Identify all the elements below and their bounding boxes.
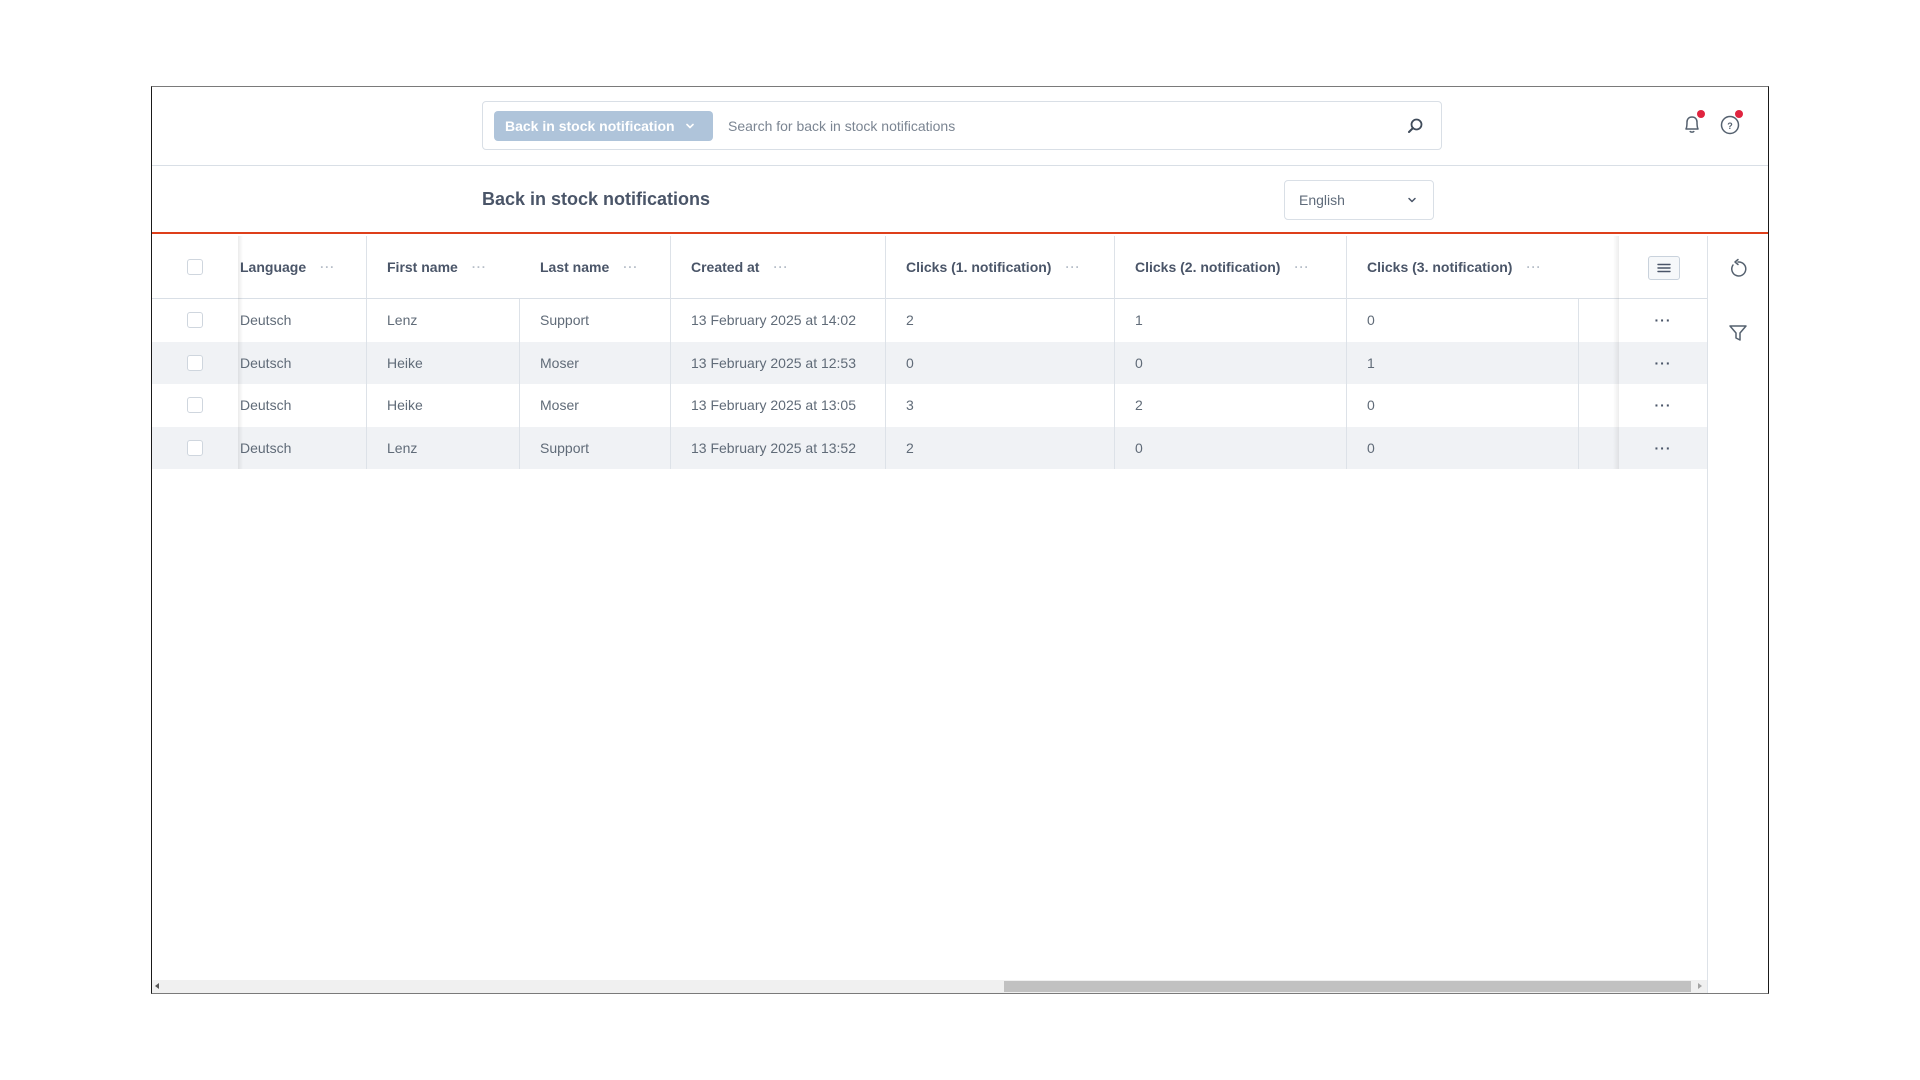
row-checkbox[interactable]: [187, 354, 203, 371]
row-checkbox[interactable]: [187, 397, 203, 413]
search-bar: Back in stock notification: [482, 101, 1442, 150]
cell-first-name: Lenz: [387, 439, 418, 456]
table-row[interactable]: Deutsch Lenz Support 13 February 2025 at 14…: [152, 299, 1707, 341]
cell-clicks-3: 0: [1367, 439, 1375, 456]
column-menu-icon[interactable]: ···: [1526, 260, 1541, 274]
cell-clicks-2: 0: [1135, 354, 1143, 371]
top-bar: Back in stock notification ?: [152, 87, 1768, 166]
app-window: Back in stock notification ? Back in sto…: [151, 86, 1769, 994]
page-title: Back in stock notifications: [482, 189, 711, 209]
help-badge: [1735, 110, 1743, 118]
column-menu-icon[interactable]: ···: [773, 260, 788, 274]
column-header-last-name[interactable]: Last name ···: [540, 236, 670, 298]
search-scope-dropdown[interactable]: Back in stock notification: [494, 111, 713, 141]
cell-first-name: Heike: [387, 354, 423, 371]
column-header-first-name[interactable]: First name ···: [387, 236, 517, 298]
menu-lines-icon: [1657, 263, 1671, 273]
chevron-down-icon: [685, 123, 694, 129]
cell-last-name: Moser: [540, 397, 579, 413]
cell-first-name: Heike: [387, 397, 423, 413]
chevron-down-icon: [1408, 197, 1416, 203]
cell-language: Deutsch: [240, 312, 292, 328]
column-menu-icon[interactable]: ···: [623, 260, 638, 274]
cell-clicks-3: 0: [1367, 312, 1375, 328]
row-actions-menu[interactable]: ···: [1619, 427, 1707, 469]
cell-clicks-3: 1: [1367, 354, 1375, 371]
grid-side-panel: [1707, 236, 1768, 993]
help-icon[interactable]: ?: [1718, 110, 1743, 136]
column-header-clicks-3[interactable]: Clicks (3. notification) ···: [1367, 236, 1587, 298]
search-scope-label: Back in stock notification: [505, 118, 675, 134]
table-row[interactable]: Deutsch Lenz Support 13 February 2025 at 13…: [152, 426, 1707, 469]
cell-last-name: Support: [540, 312, 590, 328]
svg-text:?: ?: [1727, 121, 1733, 131]
cell-clicks-2: 1: [1135, 312, 1143, 328]
column-header-created-at[interactable]: Created at ···: [691, 236, 881, 298]
column-menu-icon[interactable]: ···: [1065, 260, 1080, 274]
cell-language: Deutsch: [240, 439, 292, 456]
table-header: Language ··· First name ··· Last name ··· C…: [152, 236, 1707, 299]
column-header-clicks-1[interactable]: Clicks (1. notification) ···: [906, 236, 1116, 298]
cell-clicks-2: 0: [1135, 439, 1143, 456]
cell-language: Deutsch: [240, 397, 292, 413]
cell-last-name: Moser: [540, 354, 579, 371]
cell-clicks-1: 0: [906, 354, 914, 371]
column-menu-icon[interactable]: ···: [1294, 260, 1309, 274]
page-header: Back in stock notifications English: [152, 167, 1768, 234]
reset-icon[interactable]: [1727, 258, 1749, 280]
row-checkbox[interactable]: [187, 312, 203, 328]
column-header-clicks-2[interactable]: Clicks (2. notification) ···: [1135, 236, 1345, 298]
cell-created-at: 13 February 2025 at 14:02: [691, 312, 857, 328]
data-grid: Language ··· First name ··· Last name ··· C…: [152, 236, 1707, 978]
cell-clicks-1: 2: [906, 439, 914, 456]
cell-clicks-3: 0: [1367, 397, 1375, 413]
column-menu-icon[interactable]: ···: [472, 260, 487, 274]
scrollbar-thumb[interactable]: [1004, 981, 1691, 992]
cell-clicks-1: 2: [906, 312, 914, 328]
row-checkbox[interactable]: [187, 439, 203, 456]
cell-created-at: 13 February 2025 at 12:53: [691, 354, 857, 371]
row-actions-menu[interactable]: ···: [1619, 384, 1707, 426]
column-menu-icon[interactable]: ···: [320, 260, 335, 274]
row-actions-menu[interactable]: ···: [1619, 299, 1707, 341]
notification-badge: [1697, 110, 1705, 118]
column-settings-button[interactable]: [1648, 256, 1680, 280]
table-row[interactable]: Deutsch Heike Moser 13 February 2025 at 12:…: [152, 341, 1707, 384]
cell-language: Deutsch: [240, 354, 292, 371]
cell-last-name: Support: [540, 439, 590, 456]
search-input[interactable]: [728, 102, 1368, 149]
notification-bell-icon[interactable]: [1680, 110, 1705, 136]
cell-clicks-1: 3: [906, 397, 914, 413]
cell-clicks-2: 2: [1135, 397, 1143, 413]
language-select[interactable]: English: [1284, 180, 1434, 220]
cell-created-at: 13 February 2025 at 13:05: [691, 397, 857, 413]
row-actions-menu[interactable]: ···: [1619, 342, 1707, 384]
filter-icon[interactable]: [1727, 322, 1749, 344]
horizontal-scrollbar[interactable]: [152, 980, 1707, 993]
table-row[interactable]: Deutsch Heike Moser 13 February 2025 at 13:…: [152, 384, 1707, 426]
language-select-value: English: [1299, 192, 1345, 208]
cell-created-at: 13 February 2025 at 13:52: [691, 439, 857, 456]
cell-first-name: Lenz: [387, 312, 418, 328]
scroll-right-icon[interactable]: [1698, 983, 1702, 989]
select-all-checkbox[interactable]: [187, 259, 203, 275]
column-header-language[interactable]: Language ···: [240, 236, 366, 298]
scroll-left-icon[interactable]: [155, 983, 159, 989]
search-icon[interactable]: [1405, 116, 1425, 136]
